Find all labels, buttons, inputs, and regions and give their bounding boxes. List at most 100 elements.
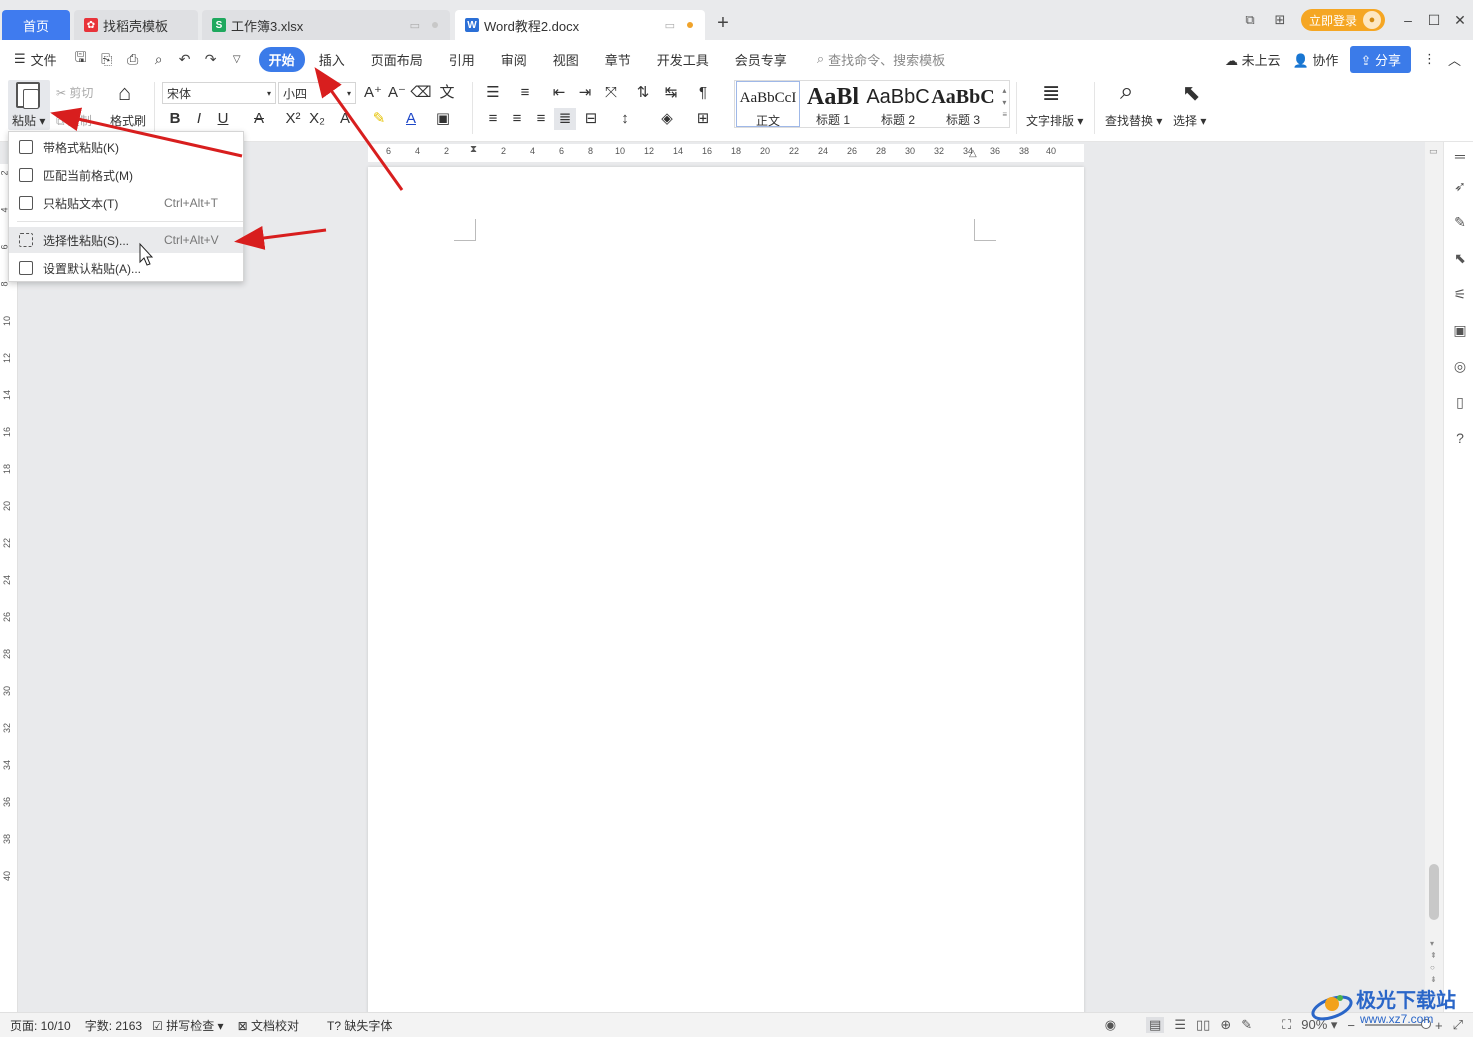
bold-icon[interactable]: B xyxy=(164,108,186,130)
web-view-icon[interactable]: ⊕ xyxy=(1220,1017,1231,1033)
sliders-icon[interactable]: ⚟ xyxy=(1450,286,1470,303)
tab-review[interactable]: 审阅 xyxy=(489,47,539,72)
font-name-select[interactable]: 宋体 ▾ xyxy=(162,82,276,104)
tab-references[interactable]: 引用 xyxy=(437,47,487,72)
reading-view-icon[interactable]: ▯▯ xyxy=(1196,1017,1210,1033)
vertical-scrollbar[interactable]: ▭ ▾ ⇞ ○ ⇟ xyxy=(1425,142,1443,1012)
menu-item-set-default-paste[interactable]: 设置默认粘贴(A)... xyxy=(9,255,243,281)
style-heading-1[interactable]: AaBl 标题 1 xyxy=(801,81,865,127)
tab-page-layout[interactable]: 页面布局 xyxy=(359,47,435,72)
document-page[interactable] xyxy=(368,167,1084,1012)
unsaved-dot-icon[interactable] xyxy=(687,22,693,28)
cut-button[interactable]: ✂ 剪切 xyxy=(56,84,93,101)
pen-icon[interactable]: ✎ xyxy=(1450,214,1470,231)
scroll-top-icon[interactable]: ▭ xyxy=(1429,146,1438,157)
text-effect-icon[interactable]: A xyxy=(334,108,356,130)
close-icon[interactable]: ✕ xyxy=(1447,12,1473,29)
file-menu[interactable]: ☰ 文件 xyxy=(14,50,57,69)
menu-item-paste-text-only[interactable]: 只粘贴文本(T) Ctrl+Alt+T xyxy=(9,190,243,216)
close-dot-icon[interactable] xyxy=(432,22,438,28)
book-icon[interactable]: ▯ xyxy=(1450,394,1470,411)
minimize-icon[interactable]: – xyxy=(1395,12,1421,28)
compass-icon[interactable]: ◎ xyxy=(1450,358,1470,375)
align-center-icon[interactable]: ≡ xyxy=(506,108,528,130)
tab-section[interactable]: 章节 xyxy=(593,47,643,72)
undo-icon[interactable]: ↶ xyxy=(175,51,195,68)
sort-icon[interactable]: ↹ xyxy=(660,82,682,104)
write-mode-icon[interactable]: ✎ xyxy=(1241,1017,1252,1033)
tab-docer-templates[interactable]: ✿ 找稻壳模板 xyxy=(74,10,198,40)
format-painter-button[interactable]: 格式刷 xyxy=(110,112,146,129)
align-left-icon[interactable]: ≡ xyxy=(482,108,504,130)
chinese-layout-icon[interactable]: ⤧ xyxy=(600,82,622,104)
word-count[interactable]: 字数: 2163 xyxy=(85,1017,142,1034)
italic-icon[interactable]: I xyxy=(188,108,210,130)
shrink-font-icon[interactable]: A⁻ xyxy=(386,82,408,104)
rocket-icon[interactable]: ➶ xyxy=(1450,178,1470,195)
image-icon[interactable]: ▣ xyxy=(1450,322,1470,339)
underline-icon[interactable]: U xyxy=(212,108,234,130)
eye-protection-icon[interactable]: ◉ xyxy=(1105,1017,1116,1033)
collapse-ribbon-icon[interactable]: ︿ xyxy=(1448,50,1461,69)
customize-chevron-icon[interactable]: ▽ xyxy=(227,54,247,65)
gallery-scroll-icon[interactable]: ▴ ▾ ≡ xyxy=(1002,85,1007,121)
subscript-icon[interactable]: X₂ xyxy=(306,108,328,130)
print-preview-icon[interactable]: ⌕ xyxy=(149,51,169,68)
maximize-icon[interactable]: ☐ xyxy=(1421,12,1447,29)
outline-view-icon[interactable]: ☰ xyxy=(1174,1017,1186,1033)
menu-item-paste-special[interactable]: 选择性粘贴(S)... Ctrl+Alt+V xyxy=(9,227,243,253)
share-button[interactable]: ⇪ 分享 xyxy=(1350,45,1411,73)
style-heading-3[interactable]: AaBbC 标题 3 xyxy=(931,81,995,127)
bullet-list-icon[interactable]: ☰ xyxy=(482,82,504,104)
right-indent-marker-icon[interactable]: △ xyxy=(969,148,977,159)
numbered-list-icon[interactable]: ≡ xyxy=(514,82,536,104)
find-replace-button[interactable]: 查找替换 ▾ xyxy=(1105,112,1162,129)
help-icon[interactable]: ? xyxy=(1450,430,1470,446)
scroll-thumb[interactable] xyxy=(1429,864,1439,920)
save-icon[interactable]: 🖫 xyxy=(71,47,91,71)
export-pdf-icon[interactable]: ⎘ xyxy=(97,51,117,68)
increase-indent-icon[interactable]: ⇥ xyxy=(574,82,596,104)
login-button[interactable]: 立即登录 ● xyxy=(1300,9,1385,31)
redo-icon[interactable]: ↷ xyxy=(201,51,221,68)
grid-apps-icon[interactable]: ⊞ xyxy=(1265,12,1295,28)
menu-item-paste-match-format[interactable]: 匹配当前格式(M) xyxy=(9,162,243,188)
strikethrough-icon[interactable]: A xyxy=(248,108,270,130)
paste-label[interactable]: 粘贴 ▾ xyxy=(12,112,45,129)
command-search[interactable]: ⌕ 查找命令、搜索模板 xyxy=(817,50,945,69)
align-right-icon[interactable]: ≡ xyxy=(530,108,552,130)
fit-page-icon[interactable]: ⛶ xyxy=(1282,1017,1291,1033)
tab-word-doc[interactable]: W Word教程2.docx ▭ xyxy=(455,10,705,40)
more-icon[interactable]: ⋮ xyxy=(1423,51,1436,67)
tab-member[interactable]: 会员专享 xyxy=(723,47,799,72)
monitor-icon[interactable]: ▭ xyxy=(410,19,420,32)
print-icon[interactable]: ⎙ xyxy=(123,51,143,68)
grow-font-icon[interactable]: A⁺ xyxy=(362,82,384,104)
tab-insert[interactable]: 插入 xyxy=(307,47,357,72)
font-color-icon[interactable]: A xyxy=(400,108,422,130)
justify-icon[interactable]: ≣ xyxy=(554,108,576,130)
tab-developer[interactable]: 开发工具 xyxy=(645,47,721,72)
clear-format-icon[interactable]: ⌫ xyxy=(410,82,432,104)
proofread-button[interactable]: ⊠ 文档校对 xyxy=(238,1017,299,1034)
font-size-select[interactable]: 小四 ▾ xyxy=(278,82,356,104)
monitor-icon[interactable]: ▭ xyxy=(665,19,675,32)
collapse-sidebar-icon[interactable]: ═ xyxy=(1450,148,1470,164)
copy-button[interactable]: ⧉ 复制 xyxy=(56,112,92,129)
page-indicator[interactable]: 页面: 10/10 xyxy=(10,1017,71,1034)
cloud-status[interactable]: ☁ 未上云 xyxy=(1225,50,1281,69)
superscript-icon[interactable]: X² xyxy=(282,108,304,130)
layout-switch-icon[interactable]: ⧉ xyxy=(1235,12,1265,28)
char-border-icon[interactable]: ▣ xyxy=(432,108,454,130)
distribute-icon[interactable]: ⊟ xyxy=(580,108,602,130)
show-marks-icon[interactable]: ¶ xyxy=(692,82,714,104)
first-indent-marker-icon[interactable]: ⧗ xyxy=(470,144,477,155)
new-tab-button[interactable]: + xyxy=(713,12,733,35)
tab-workbook[interactable]: S 工作簿3.xlsx ▭ xyxy=(202,10,450,40)
line-spacing-icon[interactable]: ↕ xyxy=(614,108,636,130)
decrease-indent-icon[interactable]: ⇤ xyxy=(548,82,570,104)
text-direction-icon[interactable]: ⇅ xyxy=(632,82,654,104)
collaborate-button[interactable]: 👤 协作 xyxy=(1293,50,1339,69)
text-layout-button[interactable]: 文字排版 ▾ xyxy=(1026,112,1083,129)
shading-icon[interactable]: ◈ xyxy=(656,108,678,130)
